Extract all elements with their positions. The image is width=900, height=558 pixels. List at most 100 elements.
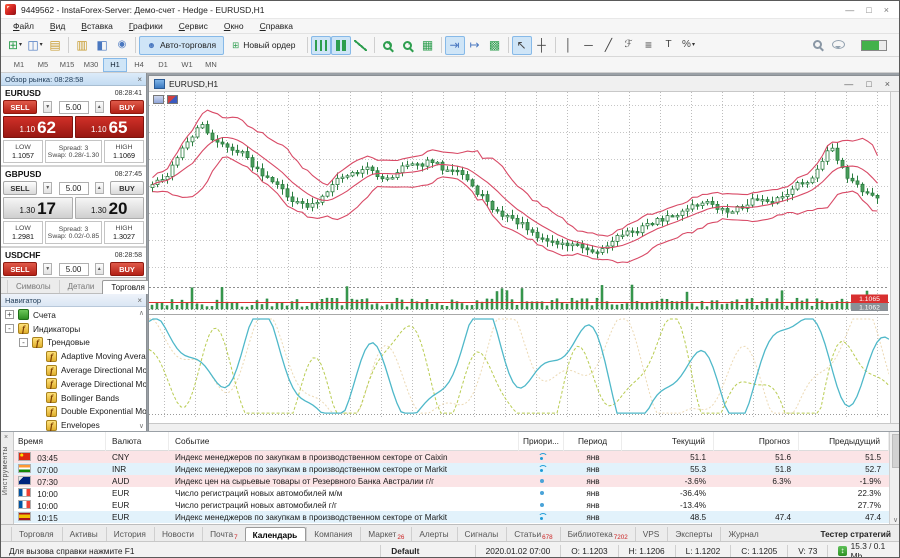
- column-header[interactable]: Прогноз: [714, 432, 799, 451]
- cursor-icon[interactable]: ↖: [512, 36, 532, 55]
- market-watch-icon[interactable]: ▤: [45, 36, 65, 55]
- maximize-icon[interactable]: □: [866, 5, 871, 15]
- bid-price[interactable]: 1.3017: [3, 197, 73, 219]
- vertical-line-icon[interactable]: │: [559, 36, 579, 55]
- timeframe-button[interactable]: W1: [175, 58, 199, 72]
- chart-flag-icon[interactable]: [167, 95, 178, 104]
- timeframe-button[interactable]: M30: [79, 58, 103, 72]
- bottom-tab[interactable]: Активы: [62, 527, 106, 541]
- bottom-tab[interactable]: Компания: [306, 527, 360, 541]
- bottom-tab[interactable]: Эксперты: [667, 527, 720, 541]
- column-header[interactable]: Период: [564, 432, 622, 451]
- toolbox-side-tab[interactable]: × Инструменты: [1, 432, 14, 524]
- bottom-tab[interactable]: Маркет26: [360, 527, 411, 541]
- candlestick-chart-icon[interactable]: [331, 36, 351, 55]
- bottom-tab[interactable]: История: [106, 527, 154, 541]
- bottom-tab[interactable]: Статьи678: [506, 527, 559, 541]
- horizontal-line-icon[interactable]: ─: [579, 36, 599, 55]
- minimize-icon[interactable]: —: [845, 5, 854, 15]
- column-header[interactable]: Приори...: [519, 432, 564, 451]
- menu-item[interactable]: Сервис: [171, 20, 216, 32]
- tree-expander[interactable]: -: [19, 338, 28, 347]
- timeframe-button[interactable]: M15: [55, 58, 79, 72]
- column-header[interactable]: Время: [14, 432, 106, 451]
- menu-item[interactable]: Вставка: [73, 20, 121, 32]
- chart-shift-icon[interactable]: ↦: [465, 36, 485, 55]
- volume-field[interactable]: 5.00: [59, 182, 89, 195]
- bottom-tab[interactable]: Сигналы: [457, 527, 507, 541]
- volume-field[interactable]: 5.00: [59, 263, 89, 276]
- chart-title-bar[interactable]: EURUSD,H1 — □ ×: [149, 76, 899, 92]
- fibonacci-icon[interactable]: ℱ: [619, 36, 639, 55]
- scrollbar-thumb[interactable]: [892, 434, 900, 468]
- timeframe-button[interactable]: M1: [7, 58, 31, 72]
- bottom-tab[interactable]: Календарь: [245, 527, 307, 542]
- close-icon[interactable]: ×: [884, 5, 889, 15]
- auto-trading-button[interactable]: ☻ Авто-торговля: [139, 36, 224, 55]
- menu-item[interactable]: Файл: [5, 20, 42, 32]
- trendline-icon[interactable]: ╱: [599, 36, 619, 55]
- calendar-row[interactable]: 03:45 CNY Индекс менеджеров по закупкам …: [14, 451, 889, 463]
- zoom-out-icon[interactable]: -: [398, 36, 418, 55]
- tile-windows-icon[interactable]: ▦: [418, 36, 438, 55]
- market-watch-tab[interactable]: Торговля: [102, 280, 153, 294]
- menu-item[interactable]: Графики: [121, 20, 171, 32]
- timeframe-button[interactable]: MN: [199, 58, 223, 72]
- market-watch-tab[interactable]: Символы: [7, 280, 59, 293]
- calendar-row[interactable]: 07:00 INR Индекс менеджеров по закупкам …: [14, 463, 889, 475]
- sell-button[interactable]: SELL: [3, 262, 37, 276]
- volume-down-button[interactable]: ▼: [43, 263, 52, 275]
- bottom-tab[interactable]: VPS: [635, 527, 668, 541]
- calendar-row[interactable]: 10:15 EUR Индекс менеджеров по закупкам …: [14, 511, 889, 523]
- indicators-icon[interactable]: ▩: [485, 36, 505, 55]
- menu-item[interactable]: Справка: [252, 20, 301, 32]
- minimize-icon[interactable]: —: [844, 79, 853, 89]
- buy-button[interactable]: BUY: [110, 181, 144, 195]
- column-header[interactable]: Предыдущий: [799, 432, 889, 451]
- open-profile-button[interactable]: ◫▾: [25, 36, 45, 55]
- tree-item[interactable]: f Envelopes: [1, 418, 146, 432]
- maximize-icon[interactable]: □: [866, 79, 871, 89]
- tree-item[interactable]: + Счета: [1, 308, 146, 322]
- line-chart-icon[interactable]: [351, 36, 371, 55]
- bottom-tab[interactable]: Новости: [154, 527, 202, 541]
- text-tool-icon[interactable]: T: [659, 36, 679, 55]
- bid-price[interactable]: 1.1062: [3, 116, 73, 138]
- tree-expander[interactable]: -: [5, 324, 14, 333]
- calendar-row[interactable]: 07:30 AUD Индекс цен на сырьевые товары …: [14, 475, 889, 487]
- sell-button[interactable]: SELL: [3, 181, 37, 195]
- timeframe-button[interactable]: H1: [103, 58, 127, 72]
- tree-item[interactable]: f Bollinger Bands: [1, 391, 146, 405]
- bottom-tab[interactable]: Библиотека7202: [560, 527, 635, 541]
- chat-icon[interactable]: [832, 40, 845, 51]
- tree-item[interactable]: f Adaptive Moving Average: [1, 349, 146, 363]
- volume-up-button[interactable]: ▲: [95, 263, 104, 275]
- new-order-button[interactable]: ⊞ Новый ордер: [224, 36, 303, 55]
- volume-up-button[interactable]: ▲: [95, 101, 104, 113]
- bottom-tab[interactable]: Торговля: [11, 527, 62, 541]
- chart-scrollbar[interactable]: [890, 92, 899, 423]
- calendar-row[interactable]: 10:00 EUR Число регистраций новых автомо…: [14, 487, 889, 499]
- zoom-in-icon[interactable]: +: [378, 36, 398, 55]
- volume-down-button[interactable]: ▼: [43, 182, 52, 194]
- close-icon[interactable]: ×: [4, 434, 8, 441]
- column-header[interactable]: Текущий: [622, 432, 714, 451]
- close-icon[interactable]: ×: [137, 296, 142, 305]
- menu-item[interactable]: Окно: [216, 20, 252, 32]
- search-icon[interactable]: [813, 40, 822, 51]
- bottom-tab[interactable]: Журнал: [720, 527, 766, 541]
- new-chart-button[interactable]: ⊞▾: [5, 36, 25, 55]
- tree-expander[interactable]: +: [5, 310, 14, 319]
- bottom-tab[interactable]: Почта7: [202, 527, 245, 541]
- close-icon[interactable]: ×: [137, 75, 142, 84]
- buy-button[interactable]: BUY: [110, 262, 144, 276]
- bottom-tab[interactable]: Алерты: [411, 527, 456, 541]
- data-window-icon[interactable]: ▥: [72, 36, 92, 55]
- tree-item[interactable]: f Average Directional Movement: [1, 363, 146, 377]
- menu-item[interactable]: Вид: [42, 20, 73, 32]
- tree-item[interactable]: f Average Directional Movement: [1, 377, 146, 391]
- close-icon[interactable]: ×: [885, 79, 890, 89]
- calendar-row[interactable]: 10:00 EUR Число регистраций новых автомо…: [14, 499, 889, 511]
- ask-price[interactable]: 1.1065: [75, 116, 145, 138]
- timeframe-button[interactable]: M5: [31, 58, 55, 72]
